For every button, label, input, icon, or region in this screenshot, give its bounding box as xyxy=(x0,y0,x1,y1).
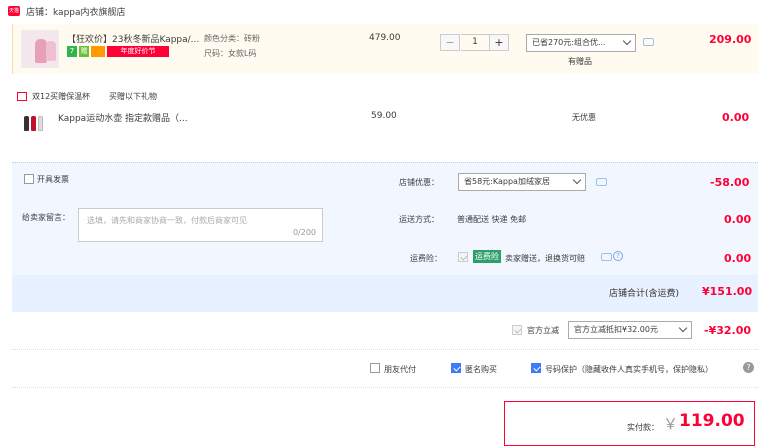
gift-subtotal: 0.00 xyxy=(722,111,750,124)
divider xyxy=(12,349,758,350)
quantity-plus-button[interactable]: + xyxy=(489,34,509,51)
pay-amount: 119.00 xyxy=(679,411,745,431)
shipping-label: 运送方式： xyxy=(399,215,439,224)
shop-discount-label: 店铺优惠： xyxy=(399,178,439,187)
bottle-image-black xyxy=(24,116,29,131)
quantity-minus-button[interactable]: − xyxy=(440,34,460,51)
pay-label: 实付款： xyxy=(627,423,659,432)
invoice-label: 开具发票 xyxy=(37,175,69,184)
gift-note: 有赠品 xyxy=(568,57,592,66)
shop-name-link[interactable]: 店铺：kappa内衣旗舰店 xyxy=(26,5,126,18)
product-title-link[interactable]: 【狂欢价】23秋冬新品Kappa/... xyxy=(67,32,207,45)
comment-icon[interactable] xyxy=(643,38,654,46)
product-thumbnail[interactable] xyxy=(21,30,59,68)
number-protect-label: 号码保护（隐藏收件人真实手机号，保护隐私） xyxy=(545,365,713,374)
official-discount-select-value: 官方立减抵扣¥32.00元 xyxy=(574,325,658,334)
promo-select[interactable]: 已省270元:组合优... xyxy=(526,34,636,52)
shop-discount-select[interactable]: 省58元:Kappa加绒家居 xyxy=(458,173,586,191)
gift-badge: 赠 xyxy=(79,46,89,57)
comment-icon[interactable] xyxy=(596,178,607,186)
divider xyxy=(12,387,758,388)
cart-item-row: 【狂欢价】23秋冬新品Kappa/... 7 赠 年度好价节 颜色分类：砖粉 尺… xyxy=(12,24,758,74)
gift-discount: 无优惠 xyxy=(572,113,596,122)
help-icon[interactable]: ? xyxy=(743,362,754,373)
message-placeholder: 选填，请先和商家协商一致，付款后商家可见 xyxy=(87,216,247,225)
gift-section: 双12买赠保温杯 买赠以下礼物 Kappa运动水壶 指定款赠品（... 59.0… xyxy=(12,84,758,144)
year-sale-badge: 年度好价节 xyxy=(107,46,169,57)
seller-message-input[interactable]: 选填，请先和商家协商一致，付款后商家可见 0/200 xyxy=(78,208,323,242)
help-icon[interactable]: ? xyxy=(613,251,623,261)
friend-pay-label: 朋友代付 xyxy=(384,365,416,374)
shop-total-label: 店铺合计(含运费) xyxy=(609,289,680,299)
official-discount-amount: -¥32.00 xyxy=(704,324,752,337)
chevron-down-icon xyxy=(572,175,582,185)
insurance-price: 0.00 xyxy=(724,252,752,265)
invoice-checkbox[interactable] xyxy=(24,174,34,184)
pay-currency: ￥ xyxy=(663,415,679,433)
anonymous-checkbox[interactable] xyxy=(451,363,461,373)
gift-header-promo: 双12买赠保温杯 xyxy=(32,92,91,101)
insurance-text: 卖家赠送，退换货可赔 xyxy=(505,254,585,263)
gift-icon xyxy=(17,92,27,101)
payment-summary: 实付款： ￥ 119.00 xyxy=(504,401,755,446)
shop-total-bar: 店铺合计(含运费) ¥151.00 xyxy=(12,275,758,312)
bottle-image-red xyxy=(31,116,36,131)
insurance-badge: 运费险 xyxy=(473,250,501,263)
insurance-label: 运费险： xyxy=(410,254,442,263)
shop-header: 天猫 店铺：kappa内衣旗舰店 xyxy=(0,0,758,22)
shop-discount-value-text: 省58元:Kappa加绒家居 xyxy=(464,177,550,186)
quantity-stepper: − 1 + xyxy=(440,34,511,51)
gift-header-desc: 买赠以下礼物 xyxy=(109,92,157,101)
message-label: 给卖家留言： xyxy=(22,213,70,222)
shop-total-value: ¥151.00 xyxy=(702,285,753,298)
official-discount-label: 官方立减 xyxy=(527,326,559,335)
comment-icon[interactable] xyxy=(601,253,612,261)
tmall-icon: 天猫 xyxy=(8,6,20,16)
sku-size: 尺码：女款L码 xyxy=(204,49,257,58)
number-protect-checkbox[interactable] xyxy=(531,363,541,373)
shipping-price: 0.00 xyxy=(724,213,752,226)
shipping-method: 普通配送 快递 免邮 xyxy=(457,215,527,224)
promo-select-value: 已省270元:组合优... xyxy=(532,38,606,47)
friend-pay-checkbox[interactable] xyxy=(370,363,380,373)
gift-title-link[interactable]: Kappa运动水壶 指定款赠品（... xyxy=(58,111,188,124)
official-discount-select[interactable]: 官方立减抵扣¥32.00元 xyxy=(568,321,692,339)
promo-badge-7: 7 xyxy=(67,46,77,57)
quantity-input[interactable]: 1 xyxy=(461,34,489,51)
item-subtotal: 209.00 xyxy=(709,33,752,46)
bottle-image-white xyxy=(38,116,43,131)
insurance-checkbox[interactable] xyxy=(458,252,468,262)
product-figure-2 xyxy=(46,41,56,61)
anonymous-label: 匿名购买 xyxy=(465,365,497,374)
unit-price: 479.00 xyxy=(369,33,401,43)
sku-color: 颜色分类：砖粉 xyxy=(204,34,260,43)
official-discount-checkbox[interactable] xyxy=(512,325,522,335)
gift-unit-price: 59.00 xyxy=(371,111,397,121)
chevron-down-icon xyxy=(678,323,688,333)
shop-discount-amount: -58.00 xyxy=(710,176,750,189)
coupon-badge-icon xyxy=(91,46,105,57)
chevron-down-icon xyxy=(622,36,632,46)
message-char-count: 0/200 xyxy=(292,228,316,237)
